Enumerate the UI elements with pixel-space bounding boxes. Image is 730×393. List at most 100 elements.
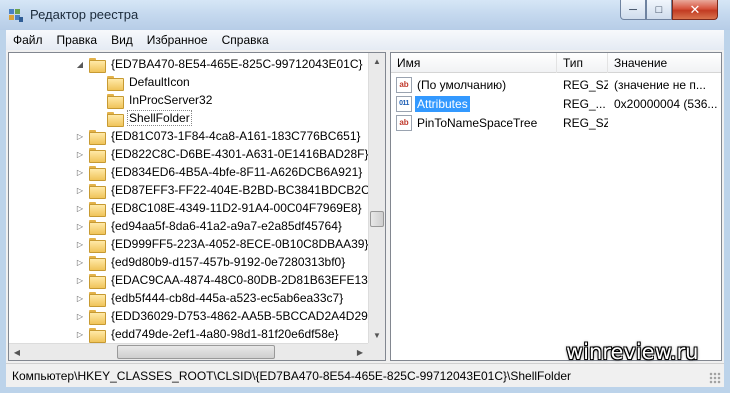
scroll-up-icon[interactable]: ▲ [369, 53, 385, 69]
folder-icon [107, 93, 124, 109]
tree-item[interactable]: ▷ {EDAC9CAA-4874-48C0-80DB-2D81B63EFE13} [75, 271, 374, 289]
scroll-thumb[interactable] [370, 211, 384, 227]
close-icon: ✕ [689, 1, 701, 17]
tree-item-label: {EDAC9CAA-4874-48C0-80DB-2D81B63EFE13} [111, 273, 372, 287]
status-bar: Компьютер\HKEY_CLASSES_ROOT\CLSID\{ED7BA… [6, 363, 724, 387]
expand-arrow-icon[interactable]: ▷ [75, 330, 85, 339]
scroll-thumb[interactable] [117, 345, 275, 359]
tree-item[interactable]: ▷ {ed9d80b9-d157-457b-9192-0e7280313bf0} [75, 253, 347, 271]
tree-item[interactable]: ▷ {EDD36029-D753-4862-AA5B-5BCCAD2A4D29} [75, 307, 374, 325]
tree-item[interactable]: ▷ {ED822C8C-D6BE-4301-A631-0E1416BAD28F} [75, 145, 371, 163]
expand-arrow-icon[interactable]: ▷ [75, 186, 85, 195]
tree-item[interactable]: ▷ {ED81C073-1F84-4ca8-A161-183C776BC651} [75, 127, 363, 145]
value-name-cell: ab (По умолчанию) [391, 76, 557, 93]
client-area: ◢ {ED7BA470-8E54-465E-825C-99712043E01C} D… [6, 50, 724, 363]
value-row[interactable]: ab (По умолчанию) REG_SZ (значение не п... [391, 75, 721, 94]
folder-icon [89, 237, 106, 253]
value-name: Attributes [415, 95, 470, 112]
window-title: Редактор реестра [30, 7, 139, 22]
value-type: REG_SZ [563, 77, 608, 92]
value-data: 0x20000004 (536... [614, 96, 718, 111]
value-data: (значение не п... [614, 77, 706, 92]
tree-item[interactable]: ▷ {edd749de-2ef1-4a80-98d1-81f20e6df58e} [75, 325, 341, 343]
tree-horizontal-scrollbar[interactable]: ◀ ▶ [9, 343, 368, 360]
folder-icon [89, 183, 106, 199]
tree-item-label: {EDD36029-D753-4862-AA5B-5BCCAD2A4D29} [111, 309, 372, 323]
tree-item-label: {ED834ED6-4B5A-4bfe-8F11-A626DCB6A921} [111, 165, 363, 179]
value-row[interactable]: ab PinToNameSpaceTree REG_SZ [391, 113, 721, 132]
scroll-down-icon[interactable]: ▼ [369, 327, 385, 343]
tree-item-label: {ED7BA470-8E54-465E-825C-99712043E01C} [111, 57, 363, 71]
folder-icon [89, 147, 106, 163]
tree-item-label: {ed9d80b9-d157-457b-9192-0e7280313bf0} [111, 255, 346, 269]
tree-item[interactable]: ▷ {ED87EFF3-FF22-404E-B2BD-BC3841BDCB2C} [75, 181, 376, 199]
expand-arrow-icon[interactable]: ▷ [75, 294, 85, 303]
tree-item[interactable]: ▷ {ED8C108E-4349-11D2-91A4-00C04F7969E8} [75, 199, 364, 217]
folder-icon [89, 327, 106, 343]
minimize-button[interactable]: ─ [620, 0, 646, 20]
tree-item[interactable]: InProcServer32 [93, 91, 214, 109]
value-name: (По умолчанию) [417, 77, 507, 92]
tree-item[interactable]: ▷ {edb5f444-cb8d-445a-a523-ec5ab6ea33c7} [75, 289, 345, 307]
column-header-type[interactable]: Тип [557, 53, 608, 73]
scroll-right-icon[interactable]: ▶ [352, 344, 368, 360]
maximize-icon: □ [655, 3, 663, 16]
collapse-arrow-icon[interactable]: ◢ [75, 60, 85, 69]
folder-icon [89, 165, 106, 181]
scroll-left-icon[interactable]: ◀ [9, 344, 25, 360]
tree-item-label: ShellFolder [127, 110, 192, 126]
tree-item[interactable]: ▷ {ED834ED6-4B5A-4bfe-8F11-A626DCB6A921} [75, 163, 364, 181]
tree-vertical-scrollbar[interactable]: ▲ ▼ [368, 53, 385, 343]
expand-arrow-icon[interactable]: ▷ [75, 258, 85, 267]
value-type: REG_SZ [563, 115, 608, 130]
menu-favorites[interactable]: Избранное [140, 33, 215, 47]
close-button[interactable]: ✕ [672, 0, 718, 20]
values-list[interactable]: Имя Тип Значение ab (По умолчанию) REG_SZ (… [390, 52, 722, 361]
string-value-icon: ab [396, 114, 412, 131]
folder-icon [89, 57, 106, 73]
menu-edit[interactable]: Правка [50, 33, 105, 47]
title-bar[interactable]: Редактор реестра ─ □ ✕ [0, 0, 730, 30]
regedit-icon [9, 9, 23, 22]
scrollbar-corner [368, 343, 385, 360]
key-tree[interactable]: ◢ {ED7BA470-8E54-465E-825C-99712043E01C} D… [8, 52, 386, 361]
tree-item[interactable]: ◢ {ED7BA470-8E54-465E-825C-99712043E01C} [75, 55, 365, 73]
tree-item-selected[interactable]: ShellFolder [93, 109, 192, 127]
menu-view[interactable]: Вид [104, 33, 140, 47]
folder-icon [89, 291, 106, 307]
maximize-button[interactable]: □ [646, 0, 672, 20]
menu-file[interactable]: Файл [6, 33, 50, 47]
folder-icon [89, 255, 106, 271]
folder-icon [89, 129, 106, 145]
value-type: REG_... [563, 96, 606, 111]
column-header-data[interactable]: Значение [608, 53, 721, 73]
expand-arrow-icon[interactable]: ▷ [75, 132, 85, 141]
expand-arrow-icon[interactable]: ▷ [75, 240, 85, 249]
menu-help[interactable]: Справка [215, 33, 276, 47]
expand-arrow-icon[interactable]: ▷ [75, 150, 85, 159]
value-row[interactable]: 011 Attributes REG_... 0x20000004 (536... [391, 94, 721, 113]
string-value-icon: ab [396, 76, 412, 93]
tree-item[interactable]: ▷ {ed94aa5f-8da6-41a2-a9a7-e2a85df45764} [75, 217, 344, 235]
folder-icon [89, 201, 106, 217]
status-path: Компьютер\HKEY_CLASSES_ROOT\CLSID\{ED7BA… [12, 368, 572, 383]
folder-icon [89, 309, 106, 325]
menu-bar: Файл Правка Вид Избранное Справка [6, 30, 724, 50]
expand-arrow-icon[interactable]: ▷ [75, 312, 85, 321]
tree-item[interactable]: ▷ {ED999FF5-223A-4052-8ECE-0B10C8DBAA39} [75, 235, 370, 253]
tree-item-label: DefaultIcon [129, 75, 190, 89]
resize-grip-icon[interactable] [709, 372, 721, 384]
value-name-cell: 011 Attributes [391, 95, 557, 112]
list-header: Имя Тип Значение [391, 53, 721, 73]
expand-arrow-icon[interactable]: ▷ [75, 276, 85, 285]
tree-item-label: {edb5f444-cb8d-445a-a523-ec5ab6ea33c7} [111, 291, 344, 305]
binary-value-icon: 011 [396, 95, 412, 112]
tree-item[interactable]: DefaultIcon [93, 73, 192, 91]
expand-arrow-icon[interactable]: ▷ [75, 168, 85, 177]
expand-arrow-icon[interactable]: ▷ [75, 204, 85, 213]
folder-icon [107, 75, 124, 91]
tree-item-label: InProcServer32 [129, 93, 213, 107]
expand-arrow-icon[interactable]: ▷ [75, 222, 85, 231]
column-header-name[interactable]: Имя [391, 53, 557, 73]
tree-item-label: {edd749de-2ef1-4a80-98d1-81f20e6df58e} [111, 327, 339, 341]
